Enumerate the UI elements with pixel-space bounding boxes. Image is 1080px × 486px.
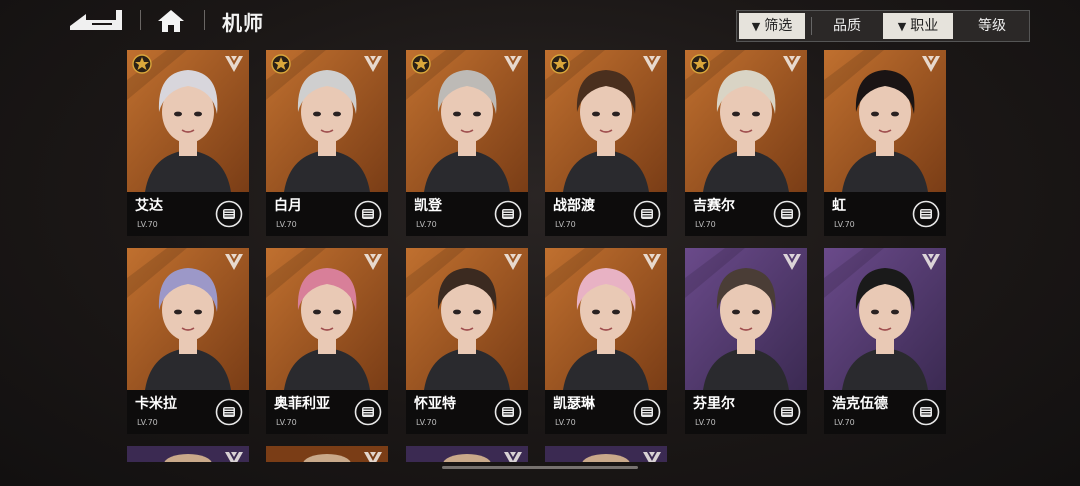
faction-emblem-icon: [504, 452, 522, 462]
faction-emblem-icon: [922, 56, 940, 72]
fist-icon: [912, 200, 940, 228]
pilot-name: 战部渡: [553, 198, 595, 214]
pilot-level: LV.70: [137, 220, 158, 229]
pilot-level: LV.70: [416, 220, 437, 229]
pilot-card[interactable]: 凯瑟琳 LV.70: [545, 248, 667, 434]
pilot-name: 艾达: [135, 198, 163, 214]
fist-icon: [354, 200, 382, 228]
pilot-level: LV.70: [834, 220, 855, 229]
pilot-name: 凯登: [414, 198, 442, 214]
pilot-level: LV.70: [276, 220, 297, 229]
fist-icon: [215, 200, 243, 228]
faction-emblem-icon: [225, 56, 243, 72]
pilot-card[interactable]: 怀亚特 LV.70: [406, 248, 528, 434]
pilot-card[interactable]: 虹 LV.70: [824, 50, 946, 236]
faction-emblem-icon: [643, 452, 661, 462]
pilot-level: LV.70: [555, 220, 576, 229]
pilot-card[interactable]: 奥菲利亚 LV.70: [266, 248, 388, 434]
pilot-level: LV.70: [834, 418, 855, 427]
faction-emblem-icon: [225, 254, 243, 270]
pilot-name: 虹: [832, 198, 846, 214]
pilot-card-partial[interactable]: [406, 446, 528, 462]
pilot-card-partial[interactable]: [127, 446, 249, 462]
faction-emblem-icon: [364, 254, 382, 270]
fist-icon: [633, 200, 661, 228]
fist-icon: [494, 398, 522, 426]
pilot-name: 奥菲利亚: [274, 396, 330, 412]
pilot-card[interactable]: 战部渡 LV.70: [545, 50, 667, 236]
pilot-name: 怀亚特: [414, 396, 456, 412]
pilot-name: 吉赛尔: [693, 198, 735, 214]
pilot-card[interactable]: 白月 LV.70: [266, 50, 388, 236]
star-rank-icon: [132, 54, 152, 74]
pilot-level: LV.70: [276, 418, 297, 427]
pilot-card[interactable]: 卡米拉 LV.70: [127, 248, 249, 434]
pilot-name: 凯瑟琳: [553, 396, 595, 412]
pilot-card[interactable]: 艾达 LV.70: [127, 50, 249, 236]
faction-emblem-icon: [783, 56, 801, 72]
pilot-card[interactable]: 芬里尔 LV.70: [685, 248, 807, 434]
pilot-name: 卡米拉: [135, 396, 177, 412]
faction-emblem-icon: [643, 254, 661, 270]
pilot-name: 浩克伍德: [832, 396, 888, 412]
fist-icon: [494, 200, 522, 228]
pilot-card[interactable]: 凯登 LV.70: [406, 50, 528, 236]
star-rank-icon: [411, 54, 431, 74]
faction-emblem-icon: [364, 56, 382, 72]
faction-emblem-icon: [504, 56, 522, 72]
pilot-level: LV.70: [555, 418, 576, 427]
faction-emblem-icon: [643, 56, 661, 72]
faction-emblem-icon: [504, 254, 522, 270]
pilot-grid: 艾达 LV.70 白月 LV.70 凯登 LV.70 战部渡 LV.70 吉赛尔…: [0, 0, 1080, 486]
pilot-level: LV.70: [137, 418, 158, 427]
star-rank-icon: [690, 54, 710, 74]
fist-icon: [354, 398, 382, 426]
fist-icon: [633, 398, 661, 426]
scroll-indicator[interactable]: [442, 466, 638, 469]
fist-icon: [773, 200, 801, 228]
pilot-card[interactable]: 吉赛尔 LV.70: [685, 50, 807, 236]
star-rank-icon: [550, 54, 570, 74]
faction-emblem-icon: [225, 452, 243, 462]
pilot-name: 芬里尔: [693, 396, 735, 412]
fist-icon: [215, 398, 243, 426]
pilot-level: LV.70: [416, 418, 437, 427]
pilot-level: LV.70: [695, 418, 716, 427]
faction-emblem-icon: [783, 254, 801, 270]
fist-icon: [773, 398, 801, 426]
faction-emblem-icon: [364, 452, 382, 462]
fist-icon: [912, 398, 940, 426]
pilot-card-partial[interactable]: [266, 446, 388, 462]
pilot-card[interactable]: 浩克伍德 LV.70: [824, 248, 946, 434]
pilot-card-partial[interactable]: [545, 446, 667, 462]
faction-emblem-icon: [922, 254, 940, 270]
pilot-level: LV.70: [695, 220, 716, 229]
star-rank-icon: [271, 54, 291, 74]
pilot-name: 白月: [274, 198, 302, 214]
